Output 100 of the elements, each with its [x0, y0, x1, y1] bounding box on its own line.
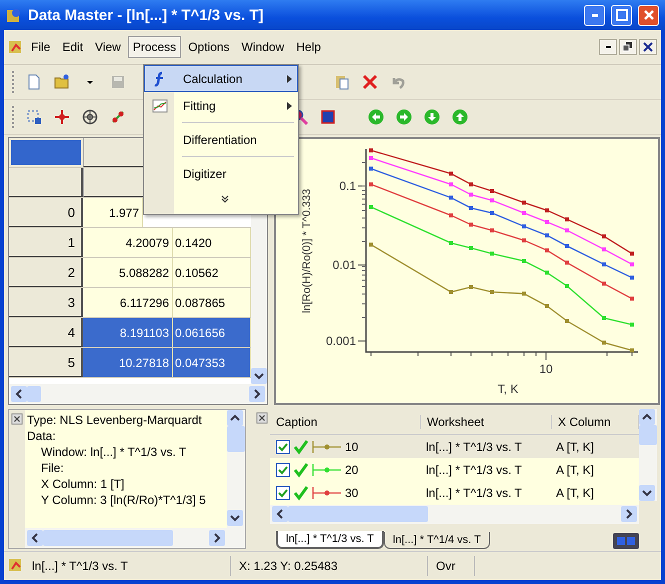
chevron-down-icon	[254, 371, 264, 381]
status-text: X: 1.23 Y: 0.25483	[231, 556, 428, 576]
curve-row[interactable]: 20 ln[...] * T^1/3 vs. T A [T, K]	[270, 458, 639, 482]
status-text: Ovr	[428, 556, 475, 576]
tick-label: 10	[539, 362, 553, 376]
checkbox[interactable]	[276, 462, 290, 477]
tab-navigation-button[interactable]	[613, 533, 639, 550]
row-header[interactable]	[9, 168, 83, 197]
sheet-tab[interactable]: ln[...] * T^1/4 vs. T	[384, 532, 490, 550]
table-cell[interactable]: 4.20079	[83, 228, 173, 257]
menu-item[interactable]: Process	[128, 36, 182, 58]
checkmark-icon	[278, 442, 288, 452]
sheet-tab[interactable]: ln[...] * T^1/3 vs. T	[276, 531, 384, 550]
check-icon	[293, 438, 309, 455]
table-cell: A [T, K]	[556, 440, 594, 454]
minimize-icon	[592, 14, 598, 16]
scroll-left-button[interactable]	[11, 386, 27, 402]
chevron-down-icon	[230, 513, 240, 523]
row-header[interactable]: 0	[9, 198, 83, 227]
table-cell[interactable]: 0.061656	[173, 318, 251, 347]
menu-item[interactable]: Edit	[57, 36, 88, 58]
chevron-right-icon	[212, 533, 222, 543]
axis-title: T, K	[498, 382, 518, 396]
checkbox[interactable]	[276, 440, 290, 454]
check-icon	[293, 462, 309, 478]
table-cell[interactable]: 10.27818	[83, 348, 173, 377]
close-icon	[11, 413, 23, 425]
restore-icon	[623, 42, 633, 52]
close-icon	[256, 412, 268, 424]
table-cell[interactable]: 5.088282	[83, 258, 173, 287]
scroll-up-button[interactable]	[227, 410, 243, 426]
menu-item[interactable]: Fitting	[144, 92, 298, 119]
row-header[interactable]: 4	[9, 318, 83, 347]
tick-label: 0.01	[332, 258, 356, 272]
maximize-button[interactable]	[611, 4, 632, 26]
row-header[interactable]: 3	[9, 288, 83, 317]
menu-item[interactable]: View	[90, 36, 126, 58]
menu-item[interactable]: Window	[236, 36, 290, 58]
table-cell-text: ln[...] * T^1/3 vs. T	[426, 462, 523, 477]
chevron-left-icon	[30, 533, 40, 543]
document-icon	[8, 556, 24, 572]
close-button[interactable]	[639, 39, 657, 55]
restore-button[interactable]	[619, 39, 637, 55]
scroll-right-button[interactable]	[621, 506, 637, 522]
curve-row[interactable]: 30 ln[...] * T^1/3 vs. T A [T, K]	[270, 481, 639, 505]
tick-label: 0.1	[339, 179, 356, 193]
chevron-right-icon	[252, 389, 262, 399]
table-cell-text: ln[...] * T^1/3 vs. T	[426, 486, 523, 500]
row-header[interactable]: 2	[9, 258, 83, 287]
chart-icon	[152, 98, 168, 114]
scroll-thumb[interactable]	[27, 386, 41, 402]
scroll-down-button[interactable]	[251, 368, 267, 384]
column-header[interactable]: Caption	[270, 414, 421, 429]
scroll-thumb[interactable]	[288, 506, 428, 522]
row-header[interactable]: 1	[9, 228, 83, 257]
scroll-right-button[interactable]	[249, 386, 265, 402]
scroll-right-button[interactable]	[209, 530, 225, 546]
table-cell: A [T, K]	[556, 486, 594, 500]
menu-item[interactable]: Digitizer	[144, 160, 298, 187]
chevron-left-icon	[14, 389, 24, 399]
maximize-icon	[616, 9, 628, 21]
tick-label: 0.001	[326, 334, 356, 348]
menu-item[interactable]: Calculation	[144, 65, 298, 92]
table-cell[interactable]: 0.047353	[173, 348, 251, 377]
table-cell[interactable]: 8.191103	[83, 318, 173, 347]
curve-caption: 20	[345, 462, 358, 477]
curve-caption: 30	[345, 486, 358, 500]
table-cell[interactable]: 0.10562	[173, 258, 251, 287]
table-cell: A [T, K]	[556, 462, 594, 477]
table-cell[interactable]: 0.087865	[173, 288, 251, 317]
column-header[interactable]: Worksheet	[421, 414, 552, 429]
chevron-up-icon	[642, 412, 652, 422]
status-text: ln[...] * T^1/3 vs. T	[24, 556, 231, 576]
menu-item[interactable]: Differentiation	[144, 126, 298, 153]
row-header[interactable]: 5	[9, 348, 83, 377]
scroll-thumb[interactable]	[43, 530, 173, 546]
table-cell[interactable]: 6.117296	[83, 288, 173, 317]
close-icon	[642, 9, 654, 21]
table-cell[interactable]: 1.977	[83, 198, 143, 227]
minimize-button[interactable]	[599, 39, 617, 55]
scroll-up-button[interactable]	[639, 409, 655, 425]
checkbox[interactable]	[276, 486, 290, 500]
minimize-icon	[606, 46, 610, 48]
scroll-thumb[interactable]	[227, 426, 245, 452]
corner-cell[interactable]	[9, 138, 83, 167]
info-line: File:	[40, 460, 65, 476]
scroll-left-button[interactable]	[272, 506, 288, 522]
scroll-thumb[interactable]	[639, 425, 657, 445]
menu-item[interactable]: Options	[183, 36, 235, 58]
table-cell[interactable]: 0.1420	[173, 228, 251, 257]
window-title: Data Master - [ln[...] * T^1/3 vs. T]	[28, 6, 264, 24]
app-icon	[6, 7, 22, 23]
chevron-down-icon	[642, 488, 652, 498]
scroll-left-button[interactable]	[27, 530, 43, 546]
checkmark-icon	[278, 464, 288, 475]
menu-item[interactable]: File	[26, 36, 56, 58]
scroll-down-button[interactable]	[639, 485, 655, 501]
checkmark-icon	[278, 488, 288, 498]
menu-item[interactable]: Help	[291, 36, 326, 58]
scroll-down-button[interactable]	[227, 510, 243, 526]
